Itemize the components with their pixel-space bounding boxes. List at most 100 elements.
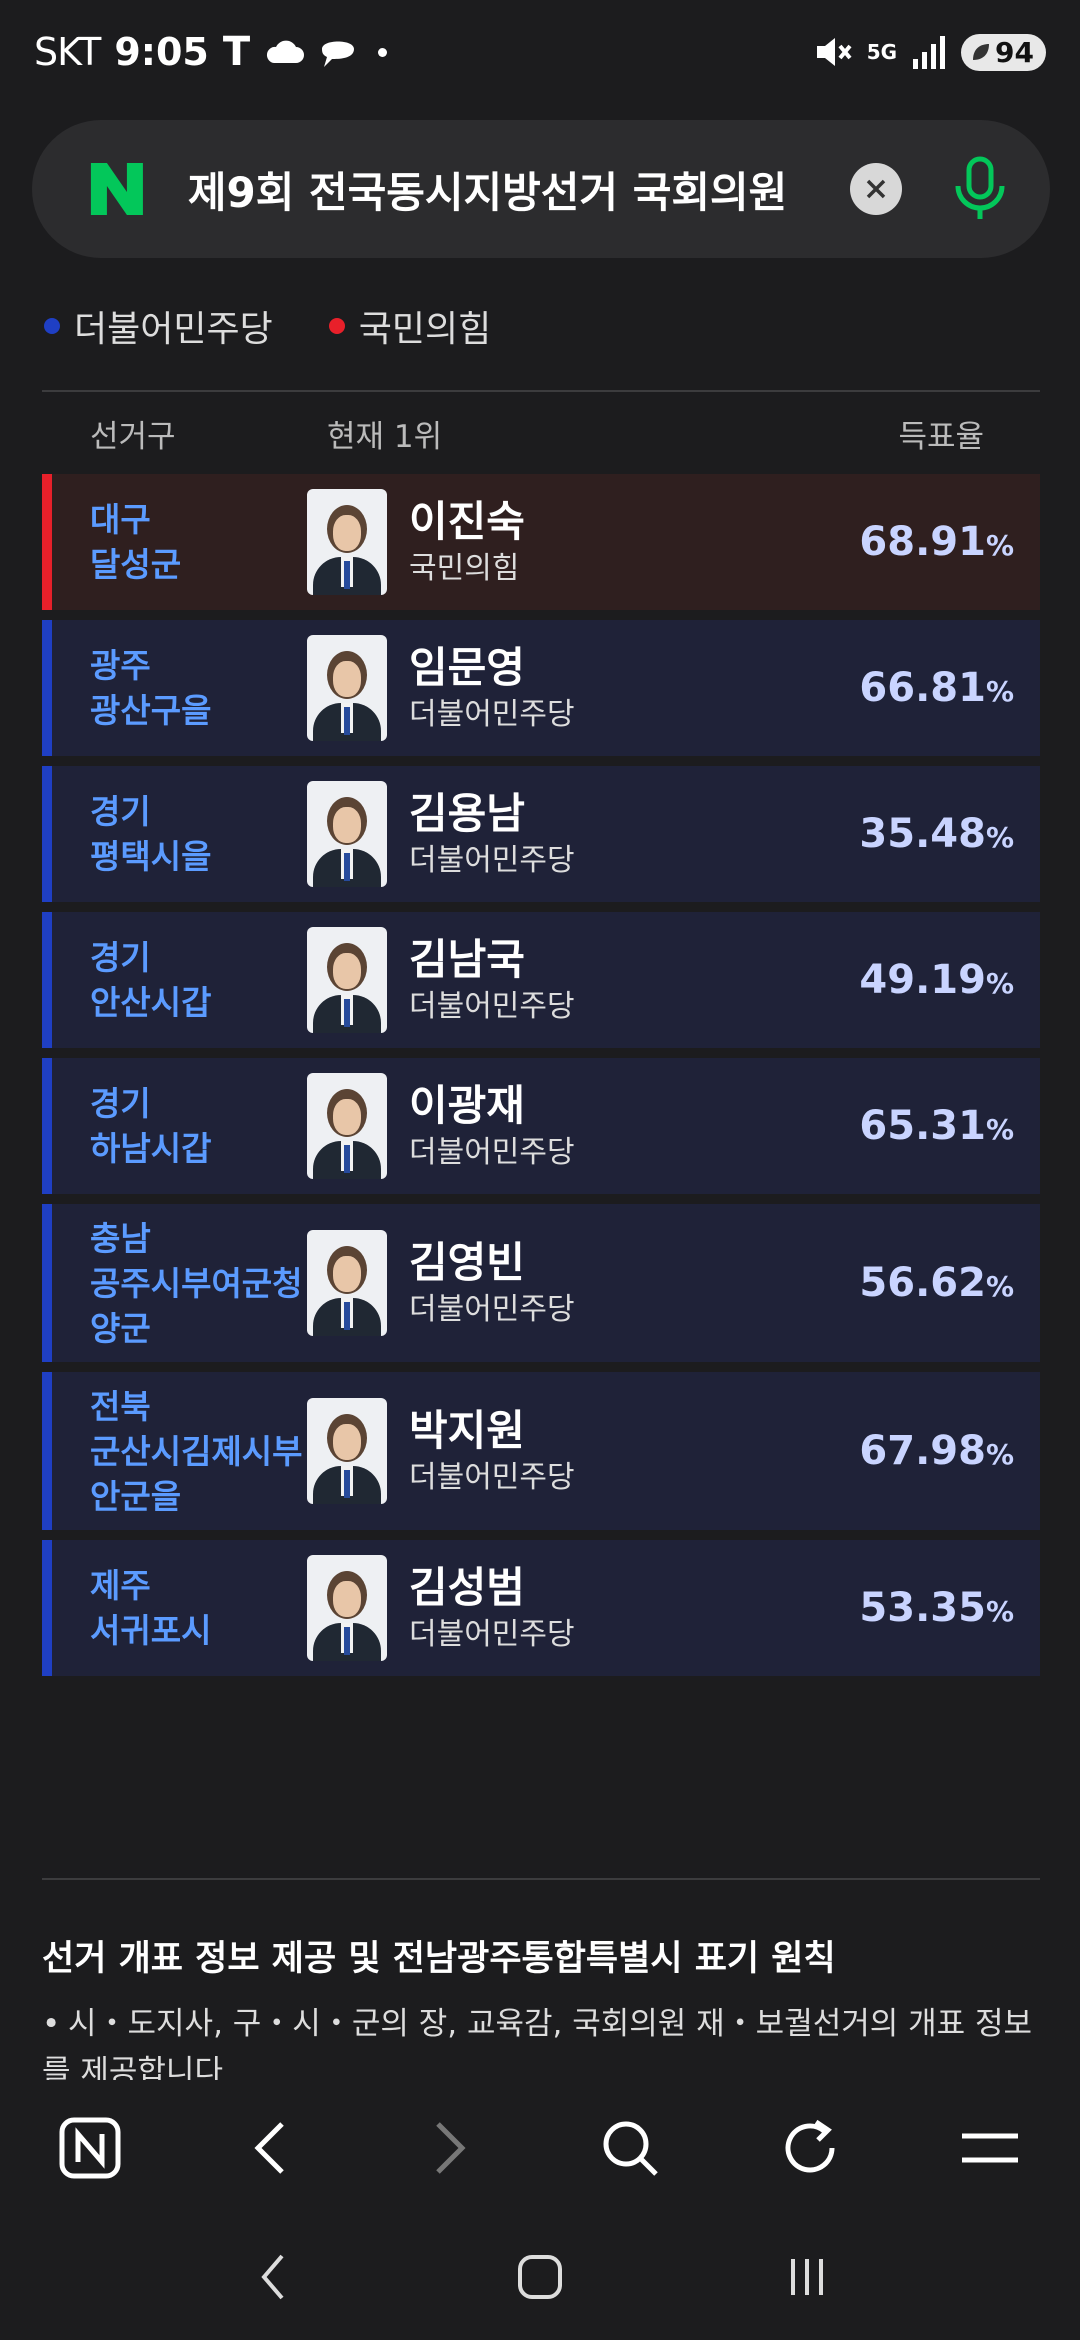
candidate: 김영빈 더불어민주당 bbox=[307, 1230, 840, 1336]
clear-search-button[interactable] bbox=[850, 163, 903, 215]
vote-rate-value: 35.48 bbox=[859, 811, 986, 857]
header-leader: 현재 1위 bbox=[327, 418, 443, 455]
refresh-button[interactable] bbox=[765, 2103, 855, 2193]
candidate-party: 국민의힘 bbox=[409, 551, 520, 586]
notice-title: 선거 개표 정보 제공 및 전남광주통합특별시 표기 원칙 bbox=[42, 1939, 836, 1979]
naver-logo-icon[interactable] bbox=[82, 159, 152, 219]
section-divider bbox=[42, 1878, 1040, 1880]
party-color-bar bbox=[42, 912, 52, 1048]
leaf-icon bbox=[973, 44, 990, 60]
party-color-bar bbox=[42, 766, 52, 902]
result-row[interactable]: 충남 공주시부여군청 양군 김영빈 더불어민주당 56.62% bbox=[42, 1204, 1040, 1362]
percent-sign: % bbox=[985, 675, 1014, 708]
candidate-photo bbox=[307, 635, 387, 741]
result-row[interactable]: 경기 평택시을 김용남 더불어민주당 35.48% bbox=[42, 766, 1040, 902]
party-legend: 더불어민주당 국민의힘 bbox=[44, 300, 491, 352]
search-icon bbox=[603, 2121, 658, 2176]
search-bar[interactable]: 제9회 전국동시지방선거 국회의원 bbox=[32, 120, 1050, 258]
recent-apps-button[interactable] bbox=[762, 2232, 852, 2322]
photo-tie bbox=[344, 999, 350, 1027]
status-left: SKT 9:05 T bbox=[34, 29, 388, 75]
district-name: 충남 공주시부여군청 양군 bbox=[90, 1218, 303, 1348]
results-table: 선거구 현재 1위 득표율 대구 달성군 이진숙 국민의힘 68.91% 광주 … bbox=[42, 390, 1040, 1676]
vote-rate: 56.62% bbox=[840, 1260, 1040, 1306]
back-button[interactable] bbox=[225, 2103, 315, 2193]
candidate-name: 김남국 bbox=[409, 935, 525, 984]
candidate-photo bbox=[307, 1555, 387, 1661]
candidate-info: 김영빈 더불어민주당 bbox=[409, 1236, 575, 1330]
voice-search-button[interactable] bbox=[950, 154, 1010, 224]
candidate-info: 이광재 더불어민주당 bbox=[409, 1079, 575, 1173]
photo-face bbox=[333, 661, 361, 697]
forward-icon bbox=[436, 2122, 466, 2174]
results-content: 더불어민주당 국민의힘 선거구 현재 1위 득표율 대구 달성군 이진숙 국민의… bbox=[0, 280, 1080, 2080]
party-color-bar bbox=[42, 1540, 52, 1676]
system-back-button[interactable] bbox=[228, 2232, 318, 2322]
candidate-info: 김남국 더불어민주당 bbox=[409, 933, 575, 1027]
candidate: 김성범 더불어민주당 bbox=[307, 1555, 840, 1661]
header-district: 선거구 bbox=[90, 418, 176, 455]
result-row[interactable]: 경기 하남시갑 이광재 더불어민주당 65.31% bbox=[42, 1058, 1040, 1194]
candidate-name: 이광재 bbox=[409, 1081, 525, 1130]
forward-button[interactable] bbox=[405, 2103, 495, 2193]
photo-tie bbox=[344, 561, 350, 589]
status-right: 5G 94 bbox=[813, 33, 1046, 71]
photo-face bbox=[333, 1581, 361, 1617]
vote-rate: 49.19% bbox=[840, 957, 1040, 1003]
candidate-photo bbox=[307, 1073, 387, 1179]
search-button[interactable] bbox=[585, 2103, 675, 2193]
system-nav-bar bbox=[0, 2214, 1080, 2340]
party-color-bar bbox=[42, 1372, 52, 1530]
percent-sign: % bbox=[985, 529, 1014, 562]
browser-toolbar bbox=[0, 2082, 1080, 2214]
party-color-bar bbox=[42, 1204, 52, 1362]
vote-rate: 65.31% bbox=[840, 1103, 1040, 1149]
district-name: 경기 안산시갑 bbox=[90, 938, 212, 1022]
clock: 9:05 bbox=[114, 30, 209, 74]
menu-icon bbox=[962, 2133, 1018, 2163]
photo-tie bbox=[344, 707, 350, 735]
menu-button[interactable] bbox=[945, 2103, 1035, 2193]
photo-tie bbox=[344, 1302, 350, 1330]
candidate-party: 더불어민주당 bbox=[409, 843, 575, 878]
signal-icon bbox=[913, 36, 946, 69]
system-back-icon bbox=[261, 2254, 284, 2300]
candidate-photo bbox=[307, 927, 387, 1033]
percent-sign: % bbox=[985, 1438, 1014, 1471]
photo-face bbox=[333, 1256, 361, 1292]
legend-item-ppp: 국민의힘 bbox=[328, 300, 491, 352]
result-row[interactable]: 전북 군산시김제시부 안군을 박지원 더불어민주당 67.98% bbox=[42, 1372, 1040, 1530]
candidate: 김남국 더불어민주당 bbox=[307, 927, 840, 1033]
refresh-icon bbox=[785, 2119, 835, 2173]
candidate-photo bbox=[307, 781, 387, 887]
photo-face bbox=[333, 953, 361, 989]
naver-home-button[interactable] bbox=[45, 2103, 135, 2193]
candidate-name: 김영빈 bbox=[409, 1238, 525, 1287]
notice-text: • 시・도지사, 구・시・군의 장, 교육감, 국회의원 재・보궐선거의 개표 정… bbox=[42, 2000, 1042, 2080]
battery-indicator: 94 bbox=[961, 33, 1046, 71]
result-row[interactable]: 제주 서귀포시 김성범 더불어민주당 53.35% bbox=[42, 1540, 1040, 1676]
result-row[interactable]: 광주 광산구을 임문영 더불어민주당 66.81% bbox=[42, 620, 1040, 756]
chat-bubble-icon bbox=[322, 41, 355, 67]
percent-sign: % bbox=[985, 967, 1014, 1000]
search-query[interactable]: 제9회 전국동시지방선거 국회의원 bbox=[188, 159, 806, 220]
home-button[interactable] bbox=[495, 2232, 585, 2322]
t-app-icon: T bbox=[222, 29, 251, 75]
result-row[interactable]: 대구 달성군 이진숙 국민의힘 68.91% bbox=[42, 474, 1040, 610]
photo-tie bbox=[344, 853, 350, 881]
result-row[interactable]: 경기 안산시갑 김남국 더불어민주당 49.19% bbox=[42, 912, 1040, 1048]
microphone-icon bbox=[955, 156, 1005, 219]
candidate: 이진숙 국민의힘 bbox=[307, 489, 840, 595]
recent-apps-icon bbox=[790, 2259, 823, 2295]
vote-rate-value: 66.81 bbox=[859, 665, 986, 711]
vote-rate-value: 53.35 bbox=[859, 1585, 986, 1631]
carrier-label: SKT bbox=[34, 30, 101, 74]
close-icon bbox=[866, 179, 886, 199]
vote-rate-value: 56.62 bbox=[859, 1260, 986, 1306]
district-name: 경기 평택시을 bbox=[90, 792, 212, 876]
header-rate: 득표율 bbox=[898, 418, 984, 455]
candidate-info: 박지원 더불어민주당 bbox=[409, 1404, 575, 1498]
vote-rate: 35.48% bbox=[840, 811, 1040, 857]
percent-sign: % bbox=[985, 1113, 1014, 1146]
percent-sign: % bbox=[985, 1595, 1014, 1628]
